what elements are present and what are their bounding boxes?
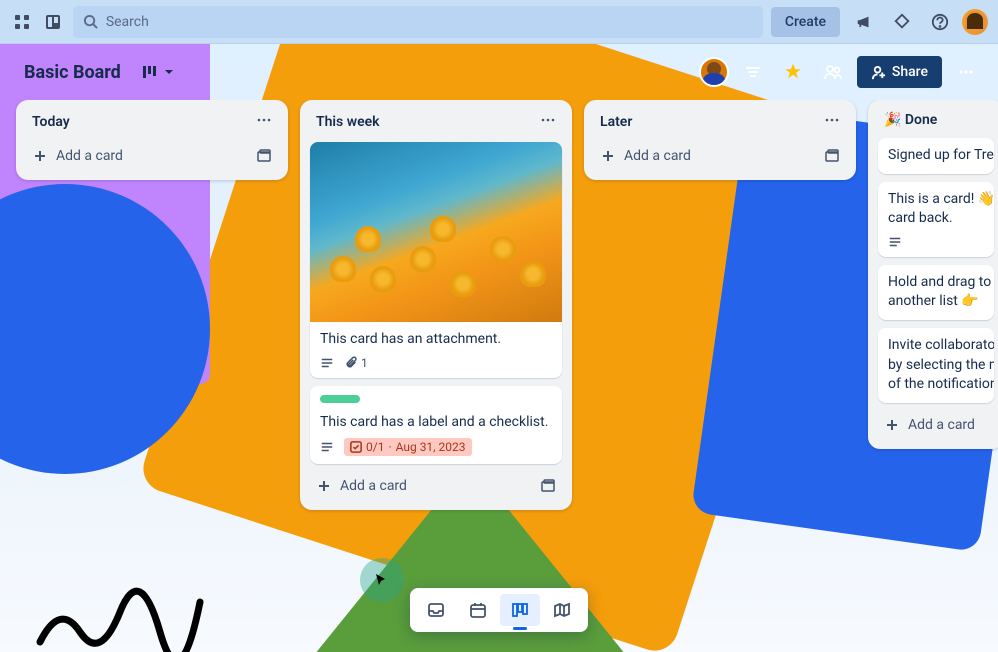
- board-member-avatar[interactable]: [699, 57, 729, 87]
- notification-icon[interactable]: [886, 6, 918, 38]
- board-view-icon: [141, 63, 159, 81]
- card[interactable]: This card has a label and a checklist. 0…: [310, 386, 562, 465]
- search-icon: [83, 14, 98, 29]
- card[interactable]: Invite collaboratorby selecting the mof …: [878, 328, 994, 403]
- plus-icon: [600, 148, 616, 164]
- help-icon[interactable]: [924, 6, 956, 38]
- board-lists: Today Add a card This week: [0, 100, 998, 640]
- board-header: Basic Board Share: [0, 44, 998, 100]
- add-card-button[interactable]: Add a card: [878, 411, 994, 439]
- card-text: This card has an attachment.: [320, 330, 552, 350]
- template-icon[interactable]: [824, 148, 840, 164]
- list-title[interactable]: This week: [316, 114, 380, 130]
- plus-icon: [884, 417, 900, 433]
- description-icon: [320, 440, 334, 454]
- list-title[interactable]: Later: [600, 114, 632, 130]
- create-button[interactable]: Create: [771, 7, 840, 37]
- top-navigation: Create: [0, 0, 998, 44]
- filter-icon[interactable]: [737, 56, 769, 88]
- template-icon[interactable]: [540, 478, 556, 494]
- attachment-icon: [344, 356, 358, 370]
- description-icon: [320, 356, 334, 370]
- share-person-icon: [871, 65, 886, 80]
- list-menu-icon[interactable]: [540, 112, 556, 132]
- add-card-button[interactable]: Add a card: [26, 142, 278, 170]
- list-done: 🎉 Done Signed up for Trel This is a card…: [868, 100, 998, 449]
- list-menu-icon[interactable]: [256, 112, 272, 132]
- list-this-week: This week This card has an attachment. 1: [300, 100, 572, 510]
- view-board-icon[interactable]: [500, 594, 540, 626]
- share-button[interactable]: Share: [857, 56, 942, 88]
- members-icon[interactable]: [817, 56, 849, 88]
- logo-icon[interactable]: [41, 6, 64, 38]
- board-menu-icon[interactable]: [950, 56, 982, 88]
- megaphone-icon[interactable]: [848, 6, 880, 38]
- card[interactable]: Hold and drag to manother list 👉: [878, 265, 994, 320]
- add-card-button[interactable]: Add a card: [594, 142, 846, 170]
- description-icon: [888, 235, 902, 249]
- apps-icon[interactable]: [10, 6, 33, 38]
- card-text: This card has a label and a checklist.: [320, 413, 552, 433]
- card-label-green: [320, 395, 360, 403]
- view-calendar-icon[interactable]: [458, 594, 498, 626]
- add-card-button[interactable]: Add a card: [310, 472, 562, 500]
- card-cover-image: [310, 142, 562, 322]
- checklist-icon: [350, 441, 362, 453]
- due-date-badge: 0/1 · Aug 31, 2023: [344, 438, 472, 456]
- attachment-badge: 1: [344, 356, 368, 370]
- view-inbox-icon[interactable]: [416, 594, 456, 626]
- plus-icon: [32, 148, 48, 164]
- search-bar[interactable]: [73, 6, 763, 38]
- card[interactable]: Signed up for Trel: [878, 138, 994, 174]
- list-today: Today Add a card: [16, 100, 288, 180]
- card[interactable]: This is a card! 👋 Scard back.: [878, 182, 994, 257]
- search-input[interactable]: [106, 14, 753, 30]
- chevron-down-icon: [163, 66, 175, 78]
- card[interactable]: This card has an attachment. 1: [310, 142, 562, 378]
- list-menu-icon[interactable]: [824, 112, 840, 132]
- board-title[interactable]: Basic Board: [16, 58, 129, 87]
- star-icon[interactable]: [777, 56, 809, 88]
- plus-icon: [316, 478, 332, 494]
- board-view-switcher[interactable]: [141, 63, 175, 81]
- user-avatar[interactable]: [962, 9, 988, 35]
- list-title[interactable]: Today: [32, 114, 70, 130]
- template-icon[interactable]: [256, 148, 272, 164]
- view-map-icon[interactable]: [542, 594, 582, 626]
- view-switcher-toolbar: [410, 588, 588, 632]
- list-later: Later Add a card: [584, 100, 856, 180]
- cursor-indicator: [360, 558, 404, 602]
- list-title[interactable]: 🎉 Done: [884, 112, 937, 128]
